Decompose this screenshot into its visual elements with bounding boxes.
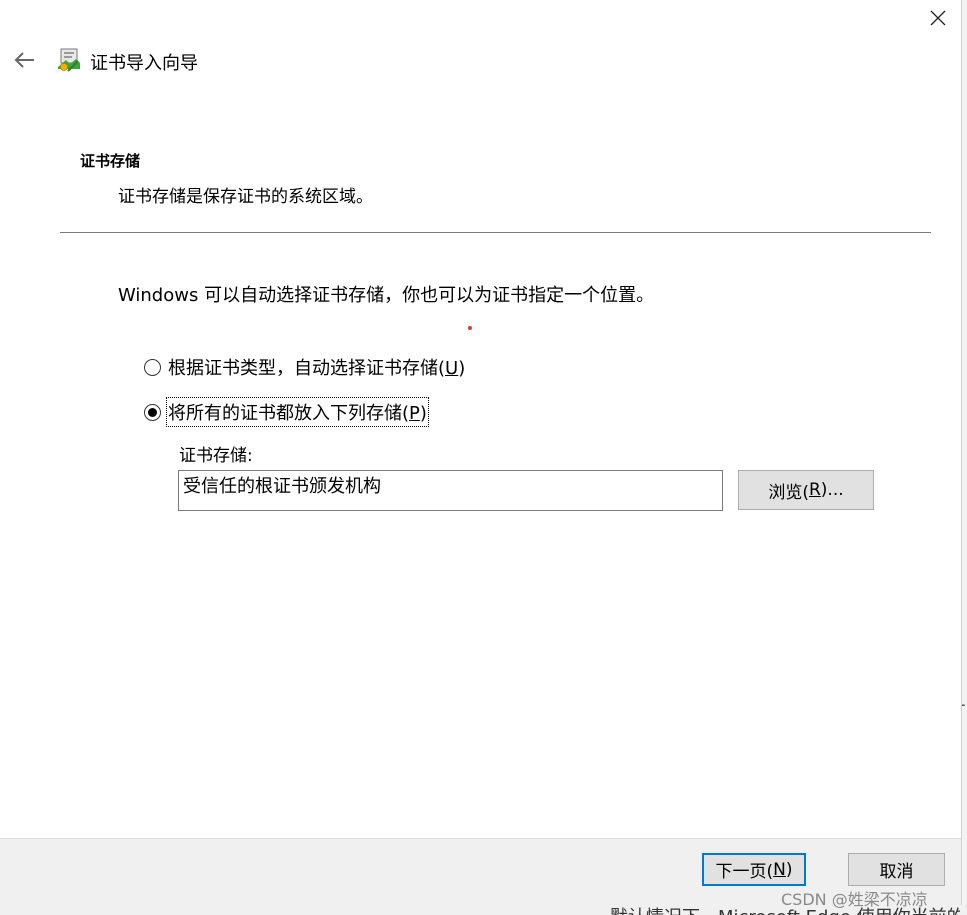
certificate-store-field[interactable]: 受信任的根证书颁发机构 [178, 470, 723, 511]
header-divider [60, 232, 931, 233]
section-description: 证书存储是保存证书的系统区域。 [118, 187, 373, 207]
back-button[interactable] [10, 46, 38, 74]
browse-button[interactable]: 浏览(R)... [738, 470, 874, 510]
radio-circle-checked[interactable] [144, 403, 161, 421]
background-window-edge [962, 0, 967, 915]
back-arrow-icon [14, 52, 34, 68]
cursor-marker [468, 326, 472, 330]
radio-manual-label: 将所有的证书都放入下列存储(P) [166, 397, 429, 427]
certificate-import-wizard-dialog: 证书导入向导 证书存储 证书存储是保存证书的系统区域。 Windows 可以自动… [0, 0, 962, 906]
wizard-title: 证书导入向导 [90, 53, 198, 74]
radio-auto-label: 根据证书类型，自动选择证书存储(U) [168, 358, 466, 379]
cancel-button[interactable]: 取消 [848, 853, 945, 886]
radio-circle-unchecked[interactable] [144, 358, 161, 376]
close-button[interactable] [918, 0, 958, 36]
instruction-text: Windows 可以自动选择证书存储，你也可以为证书指定一个位置。 [118, 285, 655, 306]
close-icon [930, 10, 946, 26]
certificate-store-label: 证书存储: [179, 446, 253, 466]
certificate-icon [56, 47, 82, 73]
watermark: CSDN @姓梁不凉凉 [781, 890, 928, 909]
section-title: 证书存储 [80, 152, 141, 170]
radio-place-all-in-store[interactable]: 将所有的证书都放入下列存储(P) [144, 397, 429, 427]
next-button[interactable]: 下一页(N) [702, 853, 806, 886]
radio-auto-select-store[interactable]: 根据证书类型，自动选择证书存储(U) [144, 354, 465, 380]
